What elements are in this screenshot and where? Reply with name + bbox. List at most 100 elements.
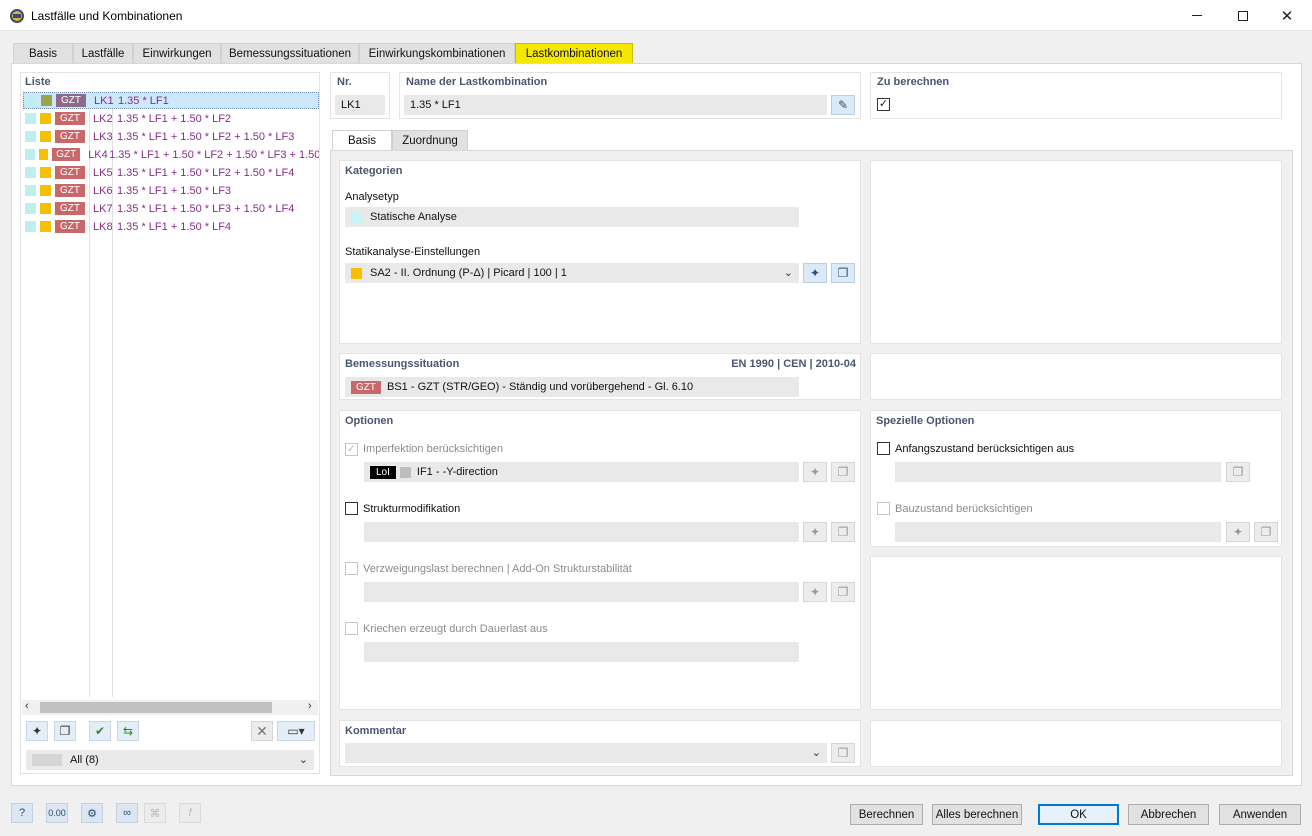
minimize-icon xyxy=(1192,15,1202,16)
edit-icon: ❐ xyxy=(1260,525,1272,539)
nr-box: Nr. LK1 xyxy=(330,72,390,119)
list-item[interactable]: GZT LK2 1.35 * LF1 + 1.50 * LF2 xyxy=(23,110,319,127)
edit-verzweigung-button[interactable]: ❐ xyxy=(831,582,855,602)
anfang-checkbox[interactable] xyxy=(877,442,890,455)
color-swatch xyxy=(25,131,36,142)
scrollbar-thumb[interactable] xyxy=(40,702,272,713)
kommentar-box: Kommentar ⌄ ❐ xyxy=(339,720,861,767)
formula-button[interactable]: f xyxy=(179,803,201,823)
copy-icon: ❐ xyxy=(837,746,849,760)
tab-basis[interactable]: Basis xyxy=(13,43,73,63)
calc-checkbox[interactable]: ✓ xyxy=(877,98,890,111)
maximize-button[interactable] xyxy=(1220,0,1266,31)
list-item-name: 1.35 * LF1 + 1.50 * LF2 + 1.50 * LF3 + 1… xyxy=(109,148,319,161)
color-swatch xyxy=(25,149,35,160)
list-item[interactable]: GZT LK7 1.35 * LF1 + 1.50 * LF3 + 1.50 *… xyxy=(23,200,319,217)
berechnen-button[interactable]: Berechnen xyxy=(850,804,923,825)
imperfektion-checkbox[interactable]: ✓ xyxy=(345,443,358,456)
toggle-check-icon: ⇆ xyxy=(122,724,134,738)
color-swatch xyxy=(25,185,36,196)
list-item-name: 1.35 * LF1 xyxy=(118,94,169,107)
edit-name-button[interactable]: ✎ xyxy=(831,95,855,115)
check-all-icon: ✔ xyxy=(94,724,106,738)
subtab-basis[interactable]: Basis xyxy=(332,130,392,150)
tab-einwirkungskombinationen[interactable]: Einwirkungskombinationen xyxy=(359,43,515,63)
tab-bemessungssituationen[interactable]: Bemessungssituationen xyxy=(221,43,359,63)
help-button[interactable]: ? xyxy=(11,803,33,823)
new-imperfektion-button[interactable]: ✦ xyxy=(803,462,827,482)
kategorien-label: Kategorien xyxy=(345,165,403,177)
list-item[interactable]: GZT LK3 1.35 * LF1 + 1.50 * LF2 + 1.50 *… xyxy=(23,128,319,145)
list-item[interactable]: GZT LK8 1.35 * LF1 + 1.50 * LF4 xyxy=(23,218,319,235)
tab-lastfaelle[interactable]: Lastfälle xyxy=(73,43,133,63)
new-statik-button[interactable]: ✦ xyxy=(803,263,827,283)
list-item[interactable]: GZT LK5 1.35 * LF1 + 1.50 * LF2 + 1.50 *… xyxy=(23,164,319,181)
uncheck-button[interactable]: ⇆ xyxy=(117,721,139,741)
units-button[interactable]: 0.00 xyxy=(46,803,68,823)
bauzustand-checkbox[interactable] xyxy=(877,502,890,515)
ok-button[interactable]: OK xyxy=(1038,804,1119,825)
view-options-button[interactable]: ▭▾ xyxy=(277,721,315,741)
bemessung-label: Bemessungssituation xyxy=(345,358,460,370)
new-icon: ✦ xyxy=(809,266,821,280)
kriechen-label: Kriechen erzeugt durch Dauerlast aus xyxy=(363,623,548,635)
verzweigung-checkbox[interactable] xyxy=(345,562,358,575)
kommentar-select[interactable]: ⌄ xyxy=(345,743,827,763)
edit-bauzustand-button[interactable]: ❐ xyxy=(1254,522,1278,542)
delete-icon: ✕ xyxy=(256,722,268,739)
gzt-badge: GZT xyxy=(55,220,85,233)
name-box: Name der Lastkombination 1.35 * LF1 ✎ xyxy=(399,72,861,119)
alles-berechnen-button[interactable]: Alles berechnen xyxy=(932,804,1022,825)
chevron-down-icon: ⌄ xyxy=(298,754,308,766)
close-icon: ✕ xyxy=(1280,7,1294,25)
minimize-button[interactable] xyxy=(1174,0,1220,31)
delete-button[interactable]: ✕ xyxy=(251,721,273,741)
edit-icon: ❐ xyxy=(837,585,849,599)
imperfektion-field: LoI IF1 - -Y-direction xyxy=(364,462,799,482)
main-tabs: Basis Lastfälle Einwirkungen Bemessungss… xyxy=(13,43,633,63)
new-item-button[interactable]: ✦ xyxy=(26,721,48,741)
check-all-button[interactable]: ✔ xyxy=(89,721,111,741)
kommentar-right-box xyxy=(870,720,1282,767)
edit-icon: ❐ xyxy=(1232,465,1244,479)
tab-lastkombinationen[interactable]: Lastkombinationen xyxy=(515,43,633,63)
kriechen-checkbox[interactable] xyxy=(345,622,358,635)
copy-item-button[interactable]: ❐ xyxy=(54,721,76,741)
list-item-id: LK8 xyxy=(93,220,113,233)
tab-einwirkungen[interactable]: Einwirkungen xyxy=(133,43,221,63)
analysetyp-value: Statische Analyse xyxy=(370,211,457,223)
scroll-right-icon[interactable]: › xyxy=(308,700,312,712)
abbrechen-button[interactable]: Abbrechen xyxy=(1128,804,1209,825)
subtab-zuordnung[interactable]: Zuordnung xyxy=(392,130,468,150)
new-bauzustand-button[interactable]: ✦ xyxy=(1226,522,1250,542)
list-item-name: 1.35 * LF1 + 1.50 * LF2 + 1.50 * LF3 xyxy=(117,130,295,143)
list-item[interactable]: GZT LK1 1.35 * LF1 xyxy=(23,92,319,109)
struktur-checkbox[interactable] xyxy=(345,502,358,515)
close-button[interactable]: ✕ xyxy=(1264,0,1310,31)
new-verzweigung-button[interactable]: ✦ xyxy=(803,582,827,602)
optionen-label: Optionen xyxy=(345,415,394,427)
analysetyp-field: Statische Analyse xyxy=(345,207,799,227)
edit-struktur-button[interactable]: ❐ xyxy=(831,522,855,542)
struktur-field xyxy=(364,522,799,542)
unlink-button[interactable]: ⌘ xyxy=(144,803,166,823)
link-button[interactable]: ∞ xyxy=(116,803,138,823)
anwenden-button[interactable]: Anwenden xyxy=(1219,804,1301,825)
copy-icon: ❐ xyxy=(59,724,71,738)
name-field[interactable]: 1.35 * LF1 xyxy=(404,95,827,115)
list-item-name: 1.35 * LF1 + 1.50 * LF3 + 1.50 * LF4 xyxy=(117,202,295,215)
statik-select[interactable]: SA2 - II. Ordnung (P-Δ) | Picard | 100 |… xyxy=(345,263,799,283)
list-item[interactable]: GZT LK6 1.35 * LF1 + 1.50 * LF3 xyxy=(23,182,319,199)
edit-anfang-button[interactable]: ❐ xyxy=(1226,462,1250,482)
list-filter-select[interactable]: All (8) ⌄ xyxy=(26,750,314,770)
kommentar-button[interactable]: ❐ xyxy=(831,743,855,763)
list-item-id: LK6 xyxy=(93,184,113,197)
settings-button[interactable]: ⚙ xyxy=(81,803,103,823)
optionen-box: Optionen ✓ Imperfektion berücksichtigen … xyxy=(339,410,861,710)
edit-statik-button[interactable]: ❐ xyxy=(831,263,855,283)
scroll-left-icon[interactable]: ‹ xyxy=(25,700,29,712)
nr-field[interactable]: LK1 xyxy=(335,95,385,115)
new-struktur-button[interactable]: ✦ xyxy=(803,522,827,542)
edit-imperfektion-button[interactable]: ❐ xyxy=(831,462,855,482)
list-item[interactable]: GZT LK4 1.35 * LF1 + 1.50 * LF2 + 1.50 *… xyxy=(23,146,319,163)
